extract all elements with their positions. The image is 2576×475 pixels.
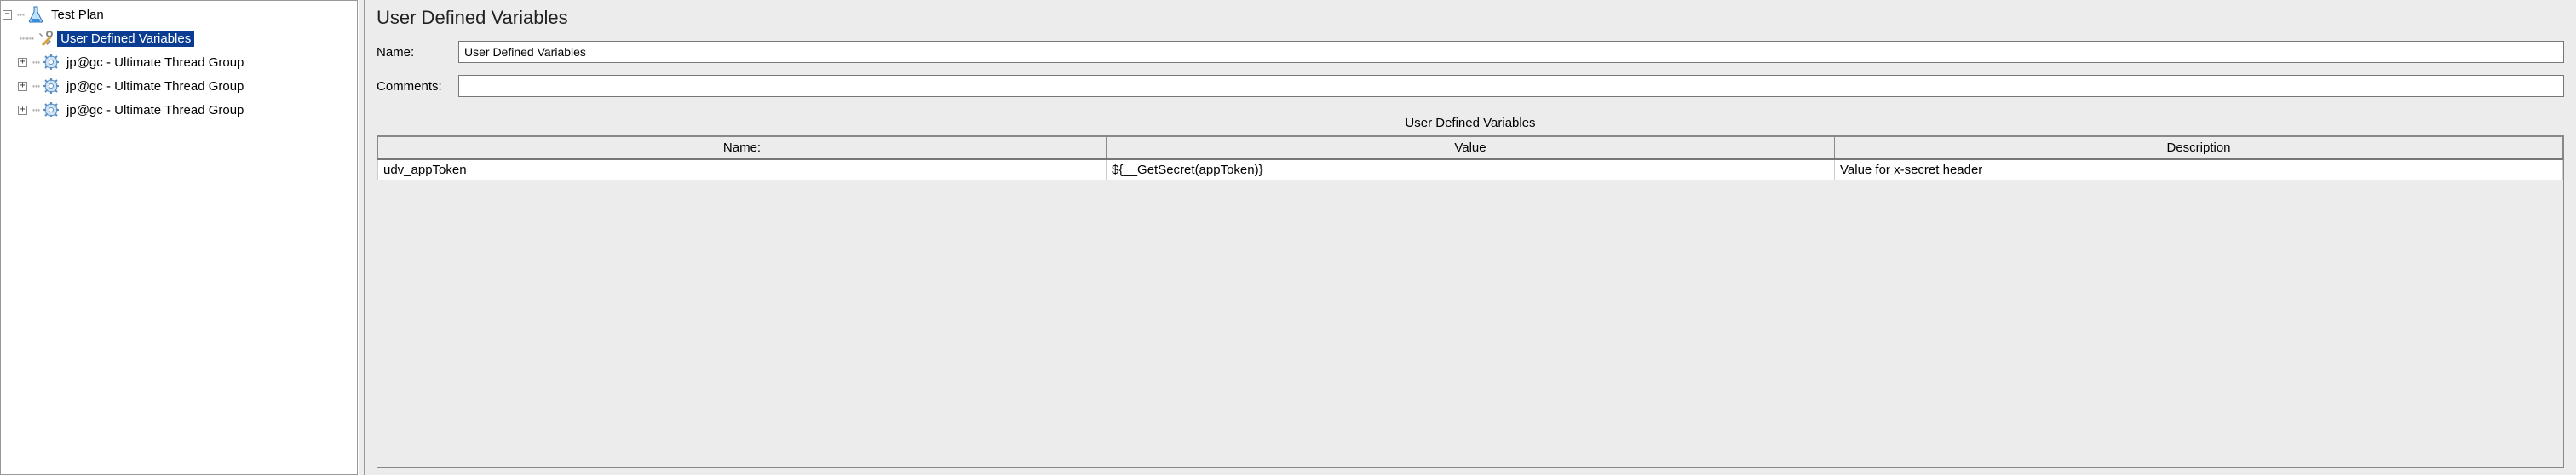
table-row[interactable]: udv_appToken ${__GetSecret(appToken)} Va…	[378, 159, 2563, 180]
tree-node-root[interactable]: − ⋯ Test Plan	[3, 3, 355, 26]
cell-value[interactable]: ${__GetSecret(appToken)}	[1107, 159, 1835, 180]
name-input[interactable]	[458, 41, 2564, 63]
tree-label-root[interactable]: Test Plan	[48, 7, 107, 23]
tree-toggle[interactable]: +	[18, 106, 27, 115]
tree-connector: ⋯	[32, 102, 39, 117]
tree-toggle[interactable]: +	[18, 82, 27, 91]
name-label: Name:	[377, 45, 458, 60]
tree-toggle[interactable]: −	[3, 10, 12, 20]
cell-name[interactable]: udv_appToken	[378, 159, 1107, 180]
name-row: Name:	[377, 41, 2564, 63]
comments-input[interactable]	[458, 75, 2564, 97]
col-value[interactable]: Value	[1107, 137, 1835, 160]
col-description[interactable]: Description	[1835, 137, 2563, 160]
tree-label-thread-1[interactable]: jp@gc - Ultimate Thread Group	[63, 54, 247, 71]
gear-icon	[43, 54, 60, 71]
panel-title: User Defined Variables	[377, 7, 2564, 29]
table-header-row: Name: Value Description	[378, 137, 2563, 160]
splitter[interactable]	[358, 0, 365, 475]
tree-node-thread-3[interactable]: + ⋯ jp@gc - Ultimate Thread Group	[3, 98, 355, 122]
tree-label-thread-3[interactable]: jp@gc - Ultimate Thread Group	[63, 102, 247, 118]
tree-node-udv[interactable]: ⋯⋯ User Defined Variables	[3, 26, 355, 50]
comments-label: Comments:	[377, 79, 458, 94]
col-name[interactable]: Name:	[378, 137, 1107, 160]
flask-icon	[27, 6, 44, 23]
tree-node-thread-2[interactable]: + ⋯ jp@gc - Ultimate Thread Group	[3, 74, 355, 98]
tree-connector: ⋯	[17, 7, 24, 22]
tree-connector: ⋯	[32, 78, 39, 94]
variables-table[interactable]: Name: Value Description udv_appToken ${_…	[377, 136, 2563, 180]
tree-label-udv[interactable]: User Defined Variables	[57, 31, 194, 47]
tree-toggle[interactable]: +	[18, 58, 27, 67]
table-empty-area[interactable]	[377, 180, 2563, 402]
content-panel: User Defined Variables Name: Comments: U…	[365, 0, 2576, 475]
gear-icon	[43, 101, 60, 118]
tree-connector: ⋯⋯	[20, 31, 33, 46]
tools-icon	[37, 30, 54, 47]
section-title: User Defined Variables	[377, 116, 2564, 130]
gear-icon	[43, 77, 60, 94]
tree-connector: ⋯	[32, 54, 39, 70]
comments-row: Comments:	[377, 75, 2564, 97]
variables-table-wrap: Name: Value Description udv_appToken ${_…	[377, 135, 2564, 468]
tree-node-thread-1[interactable]: + ⋯ jp@gc - Ultimate Thread Group	[3, 50, 355, 74]
cell-description[interactable]: Value for x-secret header	[1835, 159, 2563, 180]
tree-label-thread-2[interactable]: jp@gc - Ultimate Thread Group	[63, 78, 247, 94]
tree-panel: − ⋯ Test Plan ⋯⋯ User Defined Variables …	[0, 0, 358, 475]
